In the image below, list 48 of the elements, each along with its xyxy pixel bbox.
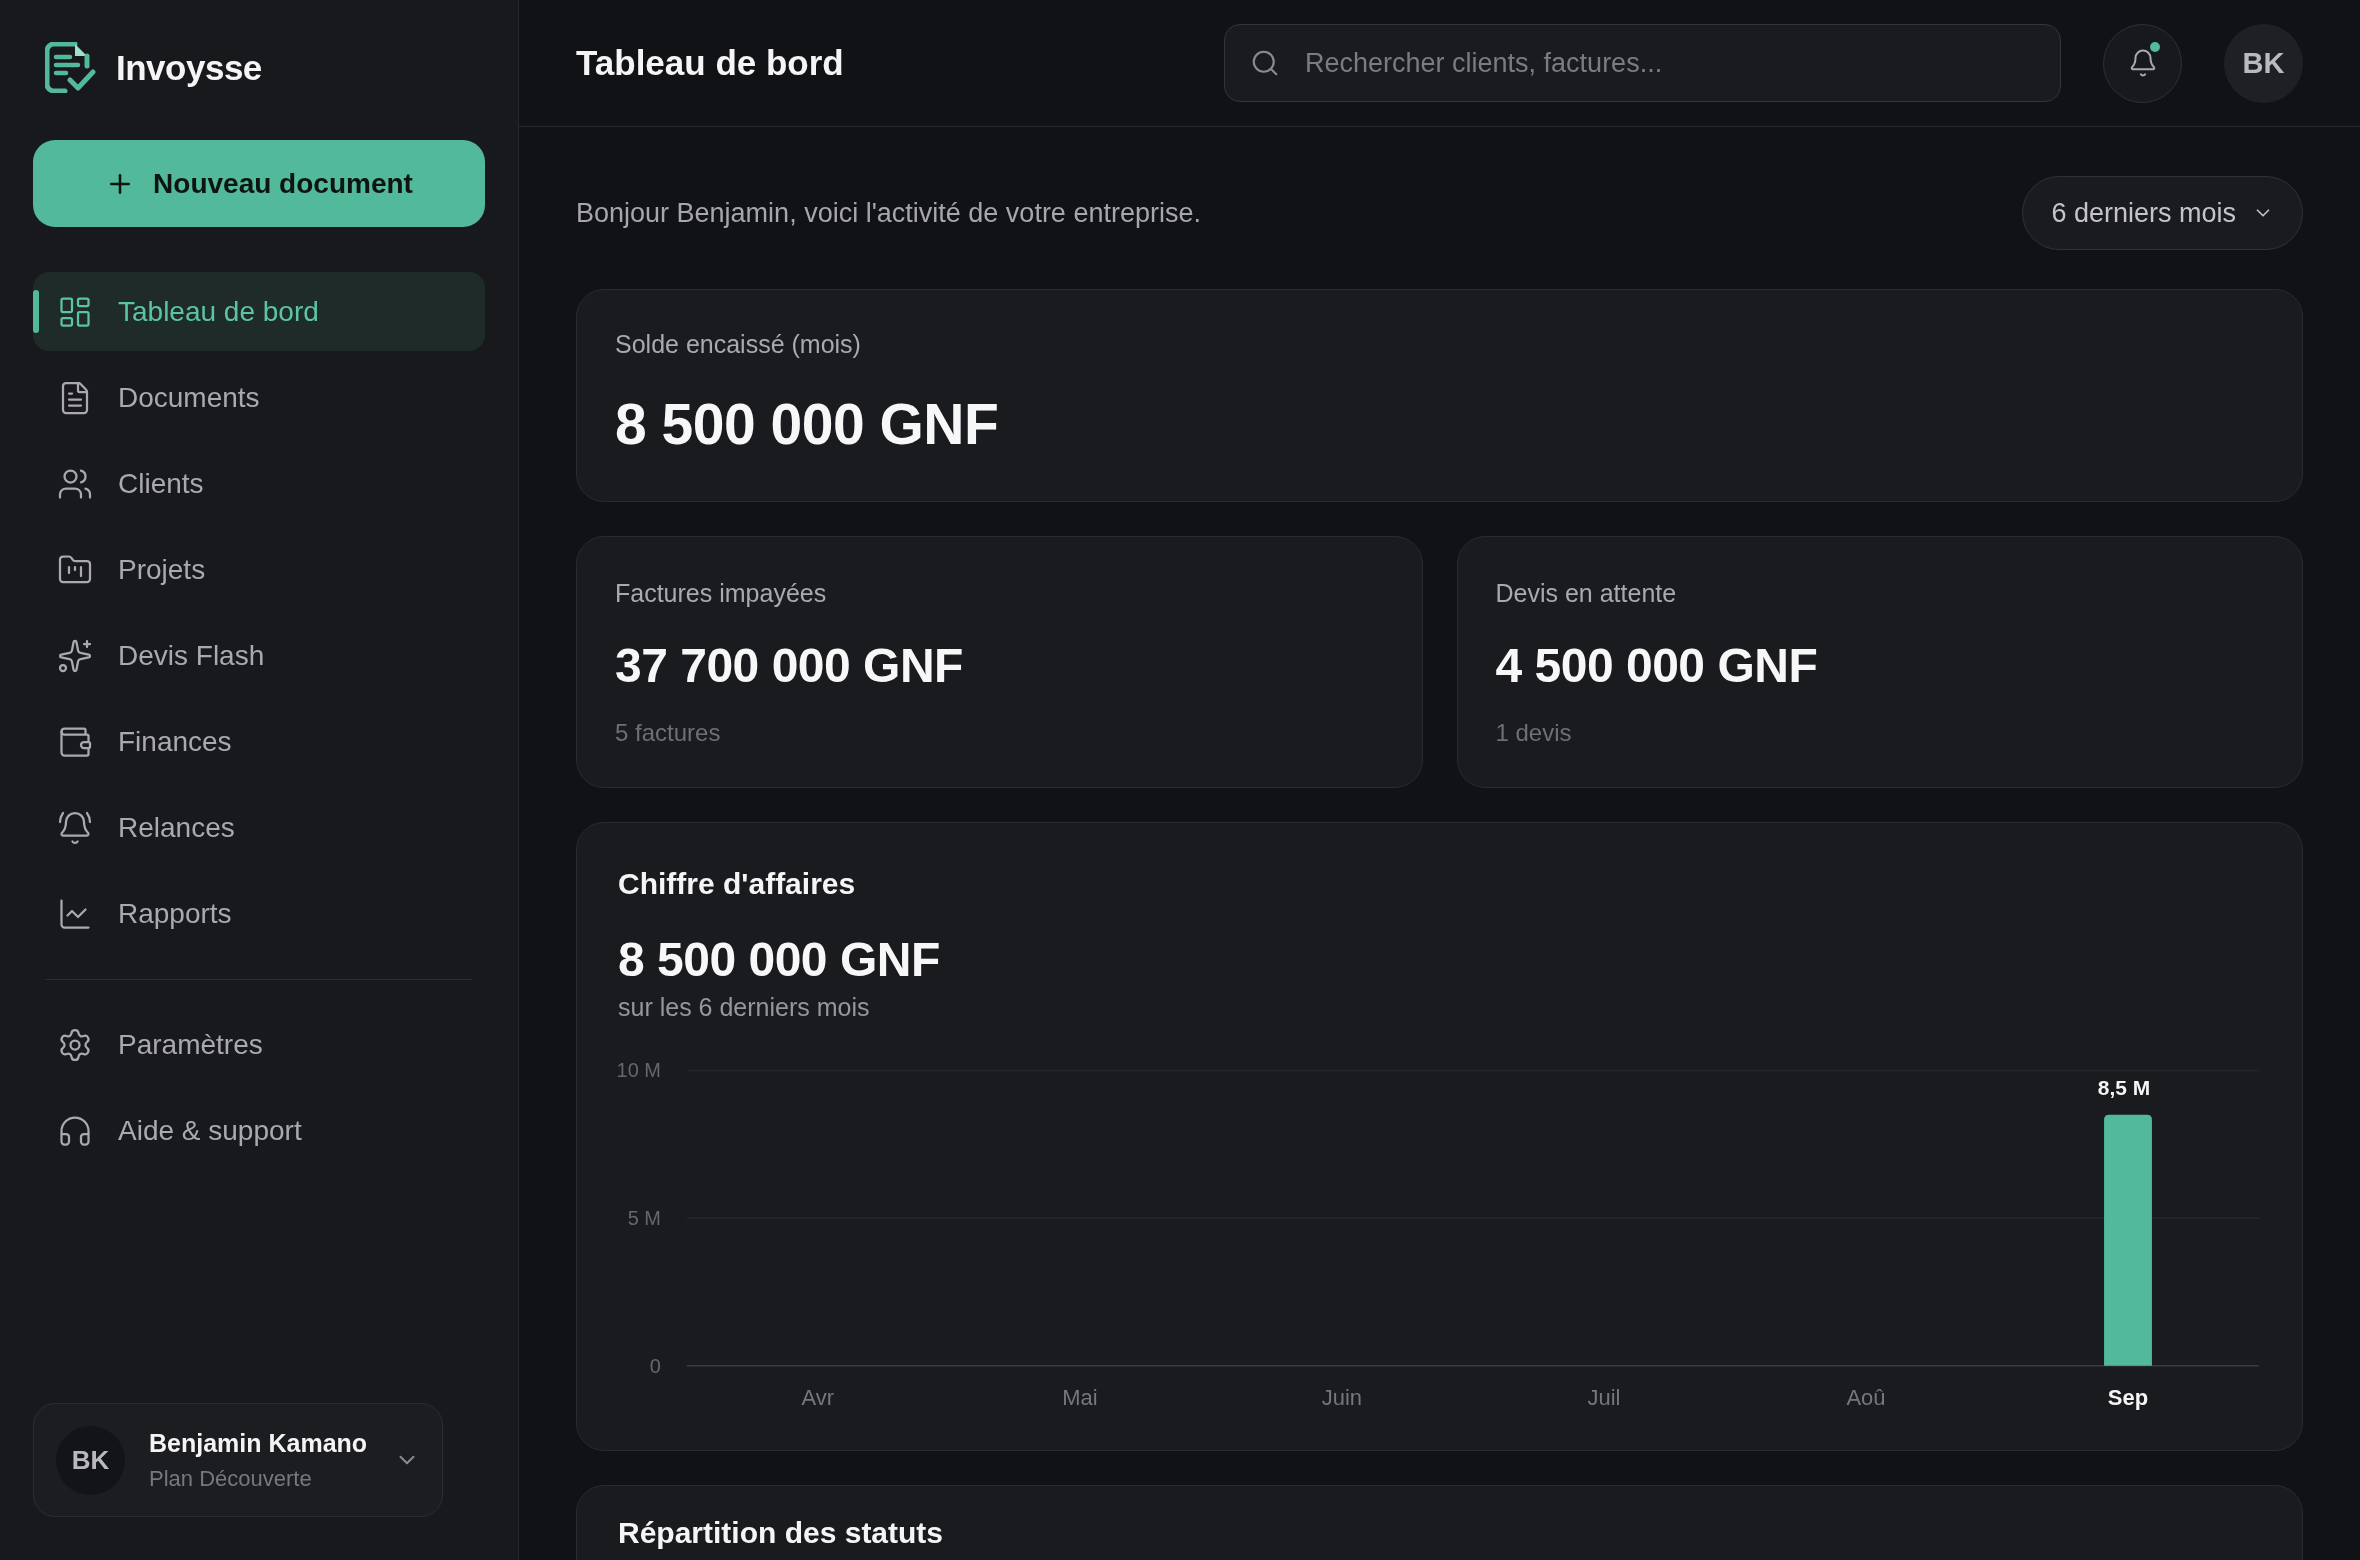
card-subtitle: sur les 6 derniers mois bbox=[618, 992, 871, 1022]
nav-item[interactable]: Documents bbox=[33, 358, 485, 437]
stat-value: 4 500 000 GNF bbox=[1495, 638, 1819, 693]
nav-item[interactable]: Clients bbox=[33, 444, 485, 523]
nav-item[interactable]: Projets bbox=[33, 530, 485, 609]
stat-value: 37 700 000 GNF bbox=[615, 638, 964, 693]
stat-label: Factures impayées bbox=[615, 579, 828, 608]
stat-note: 5 factures bbox=[615, 719, 722, 747]
stat-note: 1 devis bbox=[1495, 719, 1573, 747]
revenue-total: 8 500 000 GNF bbox=[618, 931, 941, 987]
new-document-button[interactable]: Nouveau document bbox=[33, 140, 485, 227]
page-title: Tableau de bord bbox=[576, 43, 845, 83]
bell-ring-icon bbox=[57, 809, 93, 846]
x-axis-label: Juil bbox=[1587, 1384, 1621, 1410]
bar-value-label: 8,5 M bbox=[2097, 1075, 2151, 1099]
settings-icon bbox=[57, 1026, 93, 1063]
y-axis-label: 10 M bbox=[618, 1058, 661, 1081]
user-plan: Plan Découverte bbox=[149, 1465, 313, 1492]
card-title: Chiffre d'affaires bbox=[618, 867, 857, 902]
x-axis-label: Avr bbox=[801, 1384, 835, 1410]
stat-value: 8 500 000 GNF bbox=[615, 391, 1000, 457]
nav-item[interactable]: Relances bbox=[33, 788, 485, 867]
search-icon bbox=[1250, 48, 1280, 78]
nav-item[interactable]: Rapports bbox=[33, 874, 485, 953]
x-axis-label: Aoû bbox=[1846, 1384, 1886, 1410]
card-title: Répartition des statuts bbox=[618, 1515, 945, 1550]
nav-item[interactable]: Tableau de bord bbox=[33, 272, 485, 351]
app-name: Invoysse bbox=[116, 47, 262, 88]
avatar-button[interactable]: BK bbox=[2224, 23, 2303, 103]
x-axis-label: Mai bbox=[1062, 1384, 1098, 1410]
nav-item[interactable]: Aide & support bbox=[33, 1091, 485, 1170]
search-field[interactable]: Rechercher clients, factures... bbox=[1224, 24, 2061, 102]
x-axis-label: Sep bbox=[2107, 1384, 2149, 1410]
sparkles-icon bbox=[57, 637, 93, 674]
nav-item[interactable]: Finances bbox=[33, 702, 485, 781]
stat-label: Devis en attente bbox=[1495, 579, 1678, 608]
document-check-icon bbox=[45, 42, 96, 93]
user-avatar: BK bbox=[56, 1425, 125, 1495]
nav-item[interactable]: Paramètres bbox=[33, 1005, 485, 1084]
y-axis-label: 5 M bbox=[627, 1206, 661, 1229]
nav-item[interactable]: Devis Flash bbox=[33, 616, 485, 695]
y-axis-label: 0 bbox=[649, 1354, 661, 1377]
period-dropdown[interactable]: 6 derniers mois bbox=[2022, 176, 2303, 250]
stat-label: Solde encaissé (mois) bbox=[615, 330, 862, 359]
user-menu-button[interactable]: BK Benjamin Kamano Plan Découverte bbox=[33, 1403, 443, 1517]
greeting-text: Bonjour Benjamin, voici l'activité de votre entreprise. bbox=[576, 197, 1201, 229]
x-axis-label: Juin bbox=[1321, 1384, 1363, 1410]
user-name: Benjamin Kamano bbox=[149, 1428, 369, 1458]
